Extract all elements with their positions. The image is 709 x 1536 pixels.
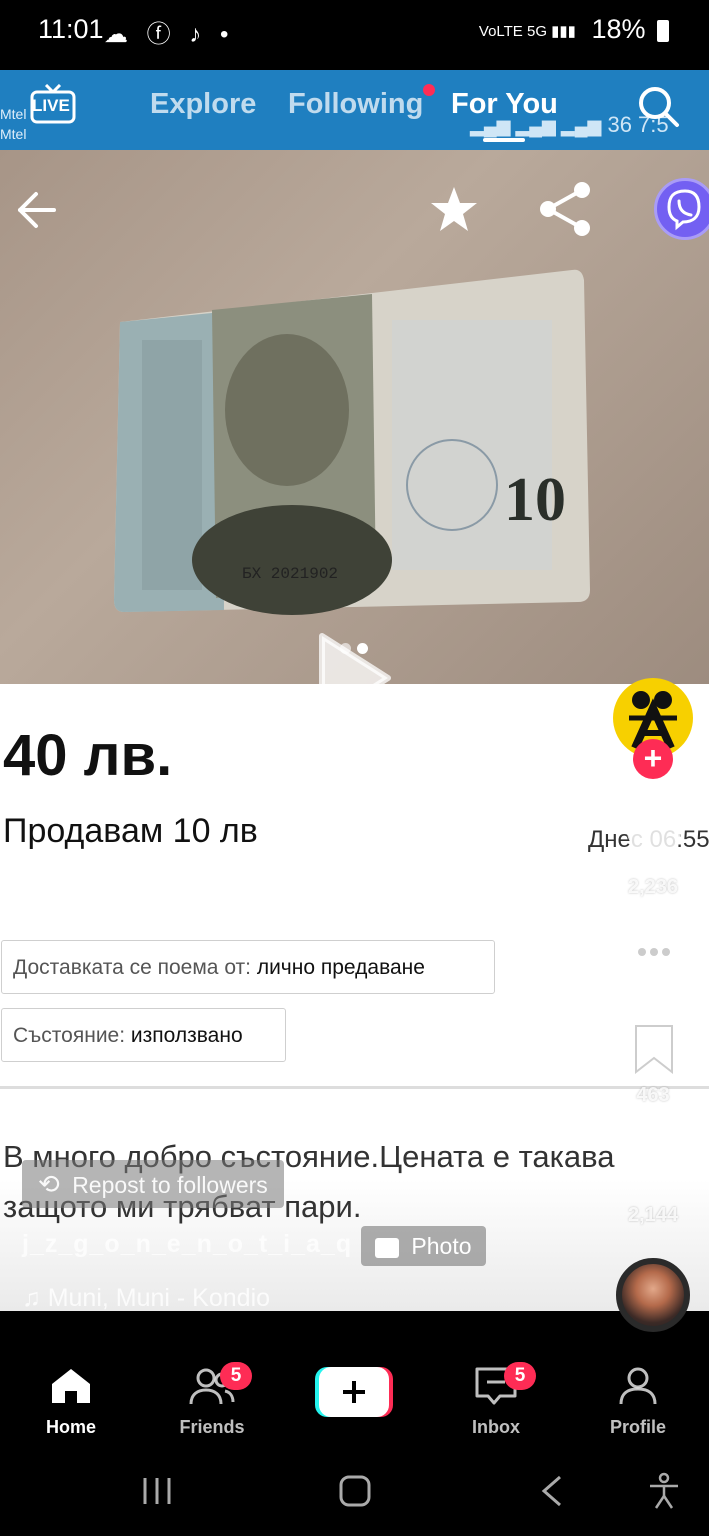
viber-icon	[667, 189, 701, 231]
post-photo[interactable]: 10 БХ 2021902	[0, 150, 709, 684]
divider	[0, 1086, 709, 1089]
star-icon	[431, 187, 477, 231]
play-button[interactable]	[316, 630, 392, 726]
accessibility-icon[interactable]	[646, 1472, 682, 1510]
carrier-label: Mtel	[0, 106, 27, 122]
battery-percent: 18%	[591, 14, 646, 44]
condition-chip: Състояние: използвано	[1, 1008, 286, 1062]
friends-badge: 5	[220, 1362, 252, 1390]
repost-label: Repost to followers	[72, 1172, 268, 1198]
bookmark-button[interactable]	[630, 1024, 678, 1075]
delivery-label: Доставката се поема от:	[13, 956, 251, 979]
share-arrow-icon	[623, 1131, 681, 1181]
home-icon	[52, 1369, 90, 1403]
carrier-labels: Mtel Mtel	[0, 104, 26, 144]
music-disc[interactable]	[616, 1258, 690, 1332]
comment-icon	[627, 930, 681, 981]
music-line[interactable]: ♫ Muni, Muni - Kondio	[22, 1284, 270, 1313]
back-system-icon[interactable]	[538, 1474, 568, 1508]
search-button[interactable]	[636, 84, 680, 128]
live-button[interactable]: LIVE	[30, 83, 76, 126]
nav-profile-label: Profile	[609, 1417, 666, 1437]
share-button[interactable]	[538, 180, 594, 238]
repost-icon: ⟲	[38, 1169, 60, 1199]
listing-price: 40 лв.	[3, 723, 173, 788]
arrow-left-icon	[18, 192, 56, 228]
music-note-icon: ♫	[22, 1284, 48, 1312]
status-time: 11:01	[38, 14, 104, 44]
author-name[interactable]: j_z_g_o_n_e_n_o_t_i_a_q	[22, 1230, 352, 1259]
nav-profile[interactable]: Profile	[588, 1366, 688, 1438]
svg-text:10: 10	[504, 466, 566, 534]
photo-badge-label: Photo	[411, 1233, 472, 1259]
nav-friends-label: Friends	[179, 1417, 245, 1437]
tab-explore[interactable]: Explore	[150, 88, 256, 121]
tab-for-you[interactable]: For You	[451, 88, 558, 121]
share-icon	[540, 182, 590, 236]
status-bar: 11:01 ☁ ⓕ ♪ • VoLTE 5G ▮▮▮ 18%	[0, 0, 709, 70]
delivery-chip: Доставката се поема от: лично предаване	[1, 940, 495, 994]
like-button[interactable]	[624, 814, 684, 870]
image-icon	[375, 1237, 399, 1258]
comment-button[interactable]	[624, 926, 684, 984]
viber-button[interactable]	[654, 178, 709, 240]
active-tab-indicator	[483, 138, 525, 142]
carrier-label: Mtel	[0, 126, 27, 142]
svg-text:БХ 2021902: БХ 2021902	[242, 565, 338, 583]
like-count: 2,236	[627, 876, 679, 898]
share-count: 2,144	[627, 1204, 679, 1226]
music-title: Muni, Muni - Kondio	[47, 1284, 271, 1312]
volte-5g-icon: VoLTE 5G ▮▮▮	[478, 22, 576, 40]
play-icon	[319, 633, 391, 723]
delivery-value: лично предаване	[256, 956, 425, 979]
back-button[interactable]	[16, 190, 58, 230]
photo-badge: Photo	[361, 1226, 486, 1266]
favorite-button[interactable]	[428, 184, 480, 236]
listing-title: Продавам 10 лв	[3, 812, 258, 850]
plus-icon	[315, 1367, 393, 1417]
nav-home-label: Home	[45, 1417, 96, 1437]
live-label: LIVE	[32, 96, 70, 115]
search-icon	[639, 87, 679, 127]
system-navigation	[0, 1460, 709, 1536]
condition-value: използвано	[130, 1024, 243, 1047]
profile-icon	[619, 1367, 657, 1405]
heart-icon	[627, 817, 681, 866]
tab-following[interactable]: Following	[288, 88, 423, 121]
condition-label: Състояние:	[13, 1024, 126, 1047]
create-button[interactable]	[315, 1367, 393, 1417]
battery-icon	[657, 19, 669, 42]
banknote-image: 10 БХ 2021902	[114, 269, 590, 615]
bookmark-count: 463	[636, 1084, 670, 1106]
nav-home[interactable]: Home	[21, 1366, 121, 1438]
bookmark-icon	[635, 1025, 673, 1075]
nav-inbox-label: Inbox	[472, 1417, 520, 1437]
home-system-icon[interactable]	[338, 1474, 372, 1508]
inbox-badge: 5	[504, 1362, 536, 1390]
follow-button[interactable]: +	[633, 739, 673, 779]
battery-status: VoLTE 5G ▮▮▮ 18%	[479, 14, 669, 45]
recent-apps-icon[interactable]	[140, 1474, 174, 1508]
repost-badge[interactable]: ⟲ Repost to followers	[22, 1160, 284, 1208]
following-notification-dot	[423, 84, 435, 96]
notification-icons: ☁ ⓕ ♪ •	[104, 21, 235, 48]
share-rail-button[interactable]	[620, 1128, 684, 1184]
